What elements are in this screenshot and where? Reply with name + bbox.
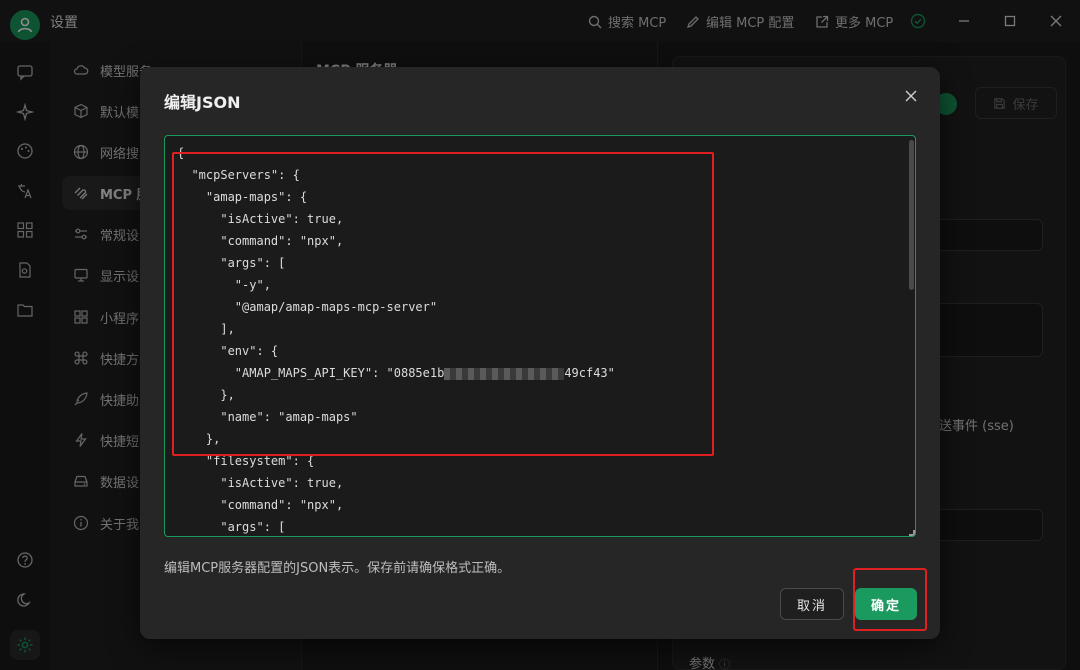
annotation-box-json xyxy=(172,152,714,456)
dialog-hint: 编辑MCP服务器配置的JSON表示。保存前请确保格式正确。 xyxy=(164,561,511,576)
code-line: "args": [ xyxy=(177,520,286,534)
editor-scrollbar[interactable] xyxy=(909,140,914,290)
annotation-box-confirm xyxy=(853,568,927,631)
cancel-button[interactable]: 取消 xyxy=(780,588,844,620)
close-icon xyxy=(905,90,917,102)
dialog-title: 编辑JSON xyxy=(164,93,241,112)
dialog-close-button[interactable] xyxy=(900,85,922,107)
code-line: "isActive": true, xyxy=(177,476,344,490)
code-line: "command": "npx", xyxy=(177,498,344,512)
resize-handle-icon[interactable] xyxy=(909,530,915,536)
